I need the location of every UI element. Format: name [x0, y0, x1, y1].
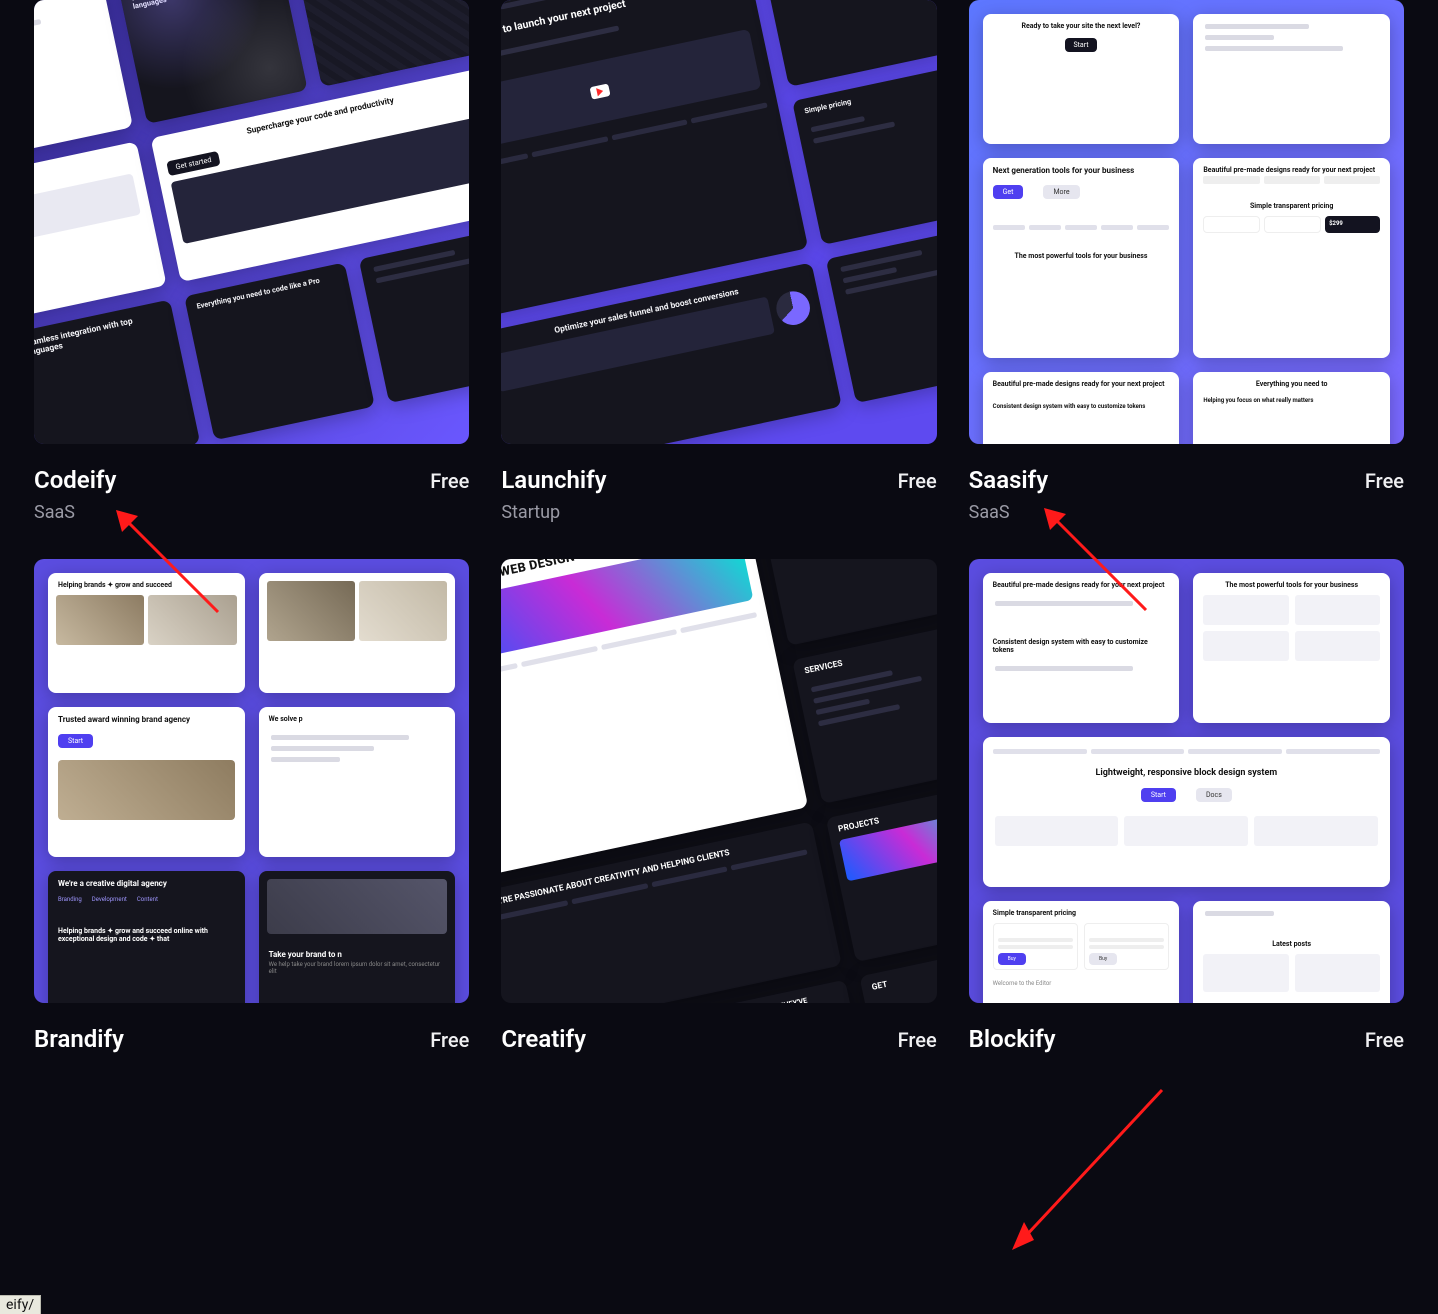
- template-meta: Launchify Free Startup: [501, 444, 936, 523]
- template-card-saasify[interactable]: Ready to take your site the next level?S…: [969, 0, 1404, 523]
- template-card-blockify[interactable]: Beautiful pre-made designs ready for you…: [969, 559, 1404, 1061]
- template-meta: Brandify Free: [34, 1003, 469, 1061]
- template-title: Launchify: [501, 466, 606, 494]
- template-card-brandify[interactable]: Helping brands ✦ grow and succeed Truste…: [34, 559, 469, 1061]
- template-meta: Codeify Free SaaS: [34, 444, 469, 523]
- template-title: Saasify: [969, 466, 1048, 494]
- template-thumbnail: Ready to take your site the next level?S…: [969, 0, 1404, 444]
- template-category: SaaS: [34, 502, 469, 523]
- template-grid: Meet our leadership Designed to work fla…: [0, 0, 1438, 1061]
- template-category: Startup: [501, 502, 936, 523]
- template-thumbnail: Helping brands ✦ grow and succeed Truste…: [34, 559, 469, 1003]
- template-thumbnail: The perfect way to launch your next proj…: [501, 0, 936, 444]
- template-thumbnail: CREATIVE ✦ WEB DESIGN ✦ STUDIO SERVICES …: [501, 559, 936, 1003]
- template-price: Free: [898, 469, 937, 493]
- template-card-codeify[interactable]: Meet our leadership Designed to work fla…: [34, 0, 469, 523]
- template-meta: Blockify Free: [969, 1003, 1404, 1061]
- template-title: Blockify: [969, 1025, 1056, 1053]
- template-price: Free: [430, 1028, 469, 1052]
- template-price: Free: [1365, 1028, 1404, 1052]
- template-price: Free: [898, 1028, 937, 1052]
- template-meta: Saasify Free SaaS: [969, 444, 1404, 523]
- template-title: Creatify: [501, 1025, 586, 1053]
- template-card-launchify[interactable]: The perfect way to launch your next proj…: [501, 0, 936, 523]
- template-title: Codeify: [34, 466, 116, 494]
- annotation-arrow-blockify: [1002, 1080, 1172, 1250]
- template-category: SaaS: [969, 502, 1404, 523]
- template-meta: Creatify Free: [501, 1003, 936, 1061]
- template-thumbnail: Meet our leadership Designed to work fla…: [34, 0, 469, 444]
- template-thumbnail: Beautiful pre-made designs ready for you…: [969, 559, 1404, 1003]
- template-card-creatify[interactable]: CREATIVE ✦ WEB DESIGN ✦ STUDIO SERVICES …: [501, 559, 936, 1061]
- template-title: Brandify: [34, 1025, 124, 1053]
- template-price: Free: [430, 469, 469, 493]
- status-tooltip-scrap: eify/: [0, 1295, 41, 1314]
- template-price: Free: [1365, 469, 1404, 493]
